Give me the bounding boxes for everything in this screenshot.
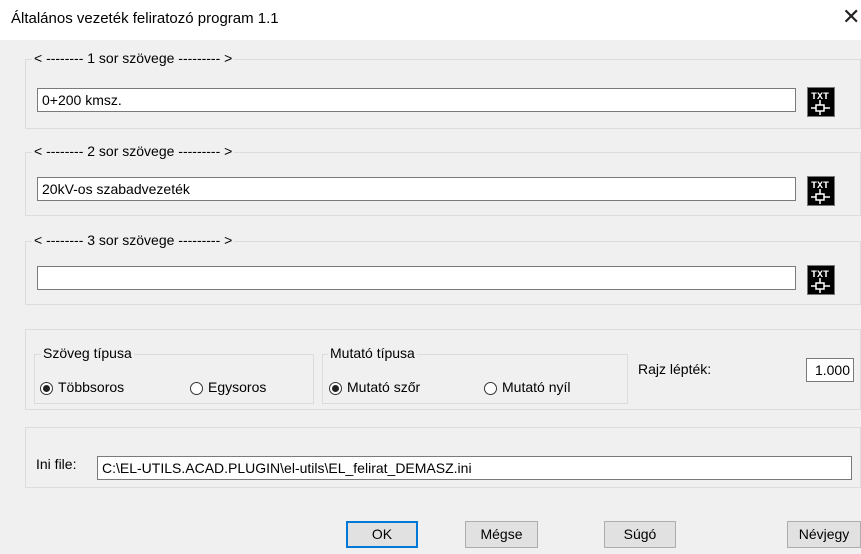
line2-text-input[interactable]: 20kV-os szabadvezeték — [37, 177, 796, 201]
cancel-button[interactable]: Mégse — [465, 521, 538, 548]
radio-mutato-nyil[interactable] — [484, 382, 497, 395]
help-button[interactable]: Súgó — [604, 521, 676, 548]
radio-egysoros[interactable] — [190, 382, 203, 395]
radio-tobbsoros[interactable] — [40, 382, 53, 395]
radio-mutato-szor-label: Mutató szőr — [347, 379, 421, 395]
line1-legend: < -------- 1 sor szövege --------- > — [32, 50, 235, 66]
ini-label: Ini file: — [36, 456, 77, 472]
line3-pick-button[interactable]: TXT — [807, 265, 835, 295]
txt-pick-icon: TXT — [811, 270, 830, 293]
line1-text-input[interactable]: 0+200 kmsz. — [37, 88, 796, 112]
txt-pick-icon: TXT — [811, 181, 830, 204]
pointer-type-legend: Mutató típusa — [328, 345, 417, 361]
txt-pick-icon: TXT — [811, 92, 830, 115]
line1-pick-button[interactable]: TXT — [807, 87, 835, 117]
radio-mutato-szor[interactable] — [329, 382, 342, 395]
line3-text-input[interactable] — [37, 266, 796, 290]
text-type-legend: Szöveg típusa — [41, 345, 134, 361]
line2-pick-button[interactable]: TXT — [807, 176, 835, 206]
ini-file-input[interactable]: C:\EL-UTILS.ACAD.PLUGIN\el-utils\EL_feli… — [97, 456, 852, 480]
window-title: Általános vezeték feliratozó program 1.1 — [11, 10, 279, 27]
radio-egysoros-label: Egysoros — [208, 379, 267, 395]
radio-tobbsoros-label: Többsoros — [58, 379, 125, 395]
about-button[interactable]: Névjegy — [787, 521, 861, 548]
scale-label: Rajz lépték: — [638, 361, 712, 377]
line3-legend: < -------- 3 sor szövege --------- > — [32, 232, 235, 248]
scale-input[interactable]: 1.000 — [806, 358, 854, 382]
line2-legend: < -------- 2 sor szövege --------- > — [32, 143, 235, 159]
radio-mutato-nyil-label: Mutató nyíl — [502, 379, 571, 395]
close-icon[interactable]: ✕ — [842, 6, 860, 28]
ok-button[interactable]: OK — [346, 521, 418, 548]
